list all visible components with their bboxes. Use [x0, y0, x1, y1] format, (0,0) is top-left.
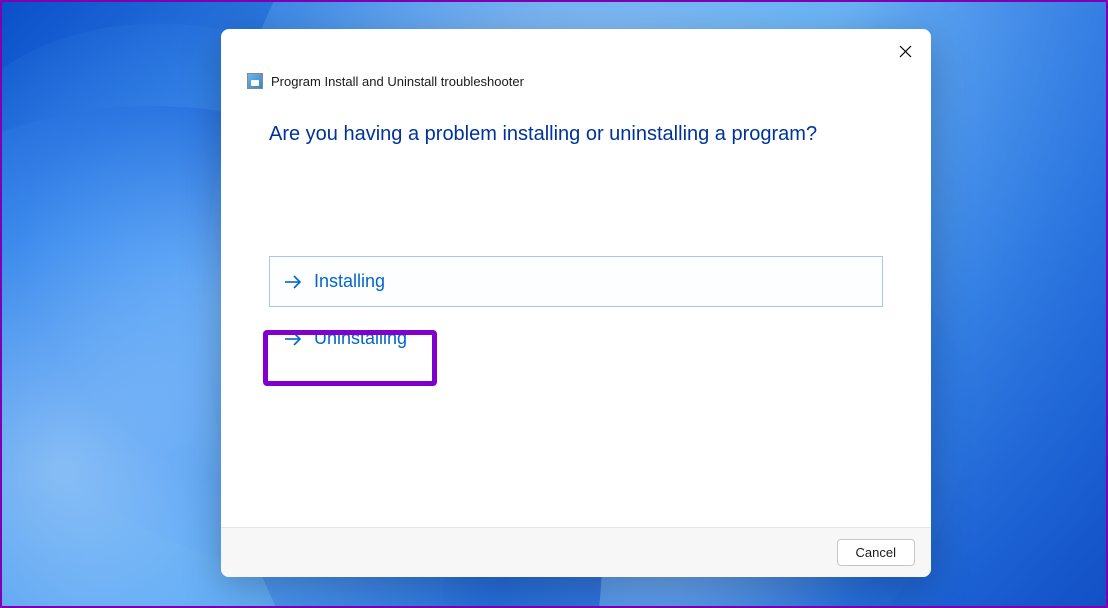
arrow-right-icon: [284, 275, 302, 289]
dialog-title: Program Install and Uninstall troublesho…: [271, 74, 524, 89]
close-icon: [899, 45, 912, 58]
dialog-content: Are you having a problem installing or u…: [221, 93, 931, 527]
option-installing[interactable]: Installing: [269, 256, 883, 307]
close-button[interactable]: [889, 37, 921, 65]
troubleshooter-icon: [247, 73, 263, 89]
option-installing-label: Installing: [314, 271, 385, 292]
dialog-footer: Cancel: [221, 527, 931, 577]
dialog-header: Program Install and Uninstall troublesho…: [221, 65, 931, 93]
option-uninstalling[interactable]: Uninstalling: [269, 313, 883, 364]
option-uninstalling-label: Uninstalling: [314, 328, 407, 349]
question-heading: Are you having a problem installing or u…: [269, 123, 883, 146]
cancel-button[interactable]: Cancel: [837, 539, 915, 566]
dialog-titlebar: [221, 29, 931, 65]
arrow-right-icon: [284, 332, 302, 346]
troubleshooter-dialog: Program Install and Uninstall troublesho…: [221, 29, 931, 577]
